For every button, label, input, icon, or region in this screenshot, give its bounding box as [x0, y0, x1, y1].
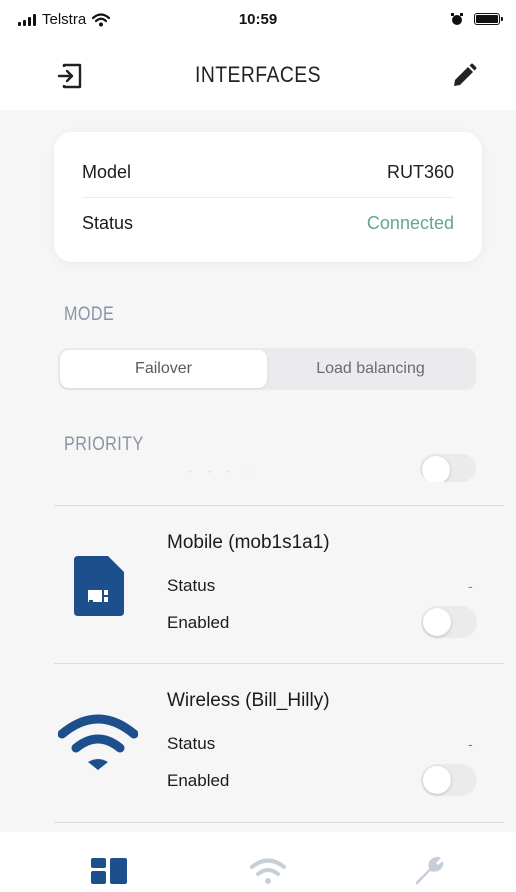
- mode-option-load-balancing[interactable]: Load balancing: [267, 350, 474, 388]
- dashboard-icon: [91, 858, 127, 884]
- divider: [54, 663, 504, 664]
- clock: 10:59: [238, 11, 278, 28]
- status-bar: Telstra 10:59: [0, 0, 516, 40]
- model-value: RUT360: [386, 162, 454, 182]
- mode-option-failover[interactable]: Failover: [60, 350, 267, 388]
- tab-tools[interactable]: [404, 854, 452, 888]
- battery-icon: [474, 13, 503, 25]
- status-bar-right: [450, 12, 503, 26]
- mobile-enabled-toggle[interactable]: [421, 606, 477, 638]
- wrench-icon: [416, 857, 444, 885]
- wireless-status-value: -: [468, 736, 473, 752]
- nav-header: INTERFACES: [0, 40, 516, 110]
- status-row: Status Connected: [82, 198, 454, 248]
- wifi-interface-icon: [57, 712, 139, 779]
- model-row: Model RUT360: [82, 148, 454, 198]
- wireless-enabled-toggle[interactable]: [421, 764, 477, 796]
- wireless-enabled-label: Enabled: [167, 771, 230, 790]
- edit-button[interactable]: [446, 58, 482, 94]
- mobile-status-label: Status: [167, 576, 216, 595]
- bottom-tab-bar: [0, 832, 516, 892]
- divider: [54, 822, 504, 823]
- wireless-status-label: Status: [167, 734, 216, 753]
- tab-wireless[interactable]: [244, 854, 292, 888]
- model-label: Model: [82, 162, 132, 182]
- edit-pencil-icon: [454, 63, 477, 86]
- mode-section-label: MODE: [64, 304, 115, 325]
- scrolled-item-toggle[interactable]: [420, 454, 476, 482]
- mode-segmented-control: Failover Load balancing: [58, 348, 476, 390]
- sim-card-icon: [74, 556, 124, 621]
- wireless-interface-name: Wireless (Bill_Hilly): [167, 690, 330, 711]
- page-title: INTERFACES: [195, 62, 321, 87]
- tab-dashboard[interactable]: [85, 854, 133, 888]
- alarm-icon: [451, 13, 463, 25]
- scrolled-item-remnant: · · · ·: [188, 464, 256, 478]
- mobile-status-value: -: [468, 578, 473, 594]
- status-label: Status: [82, 212, 134, 233]
- divider: [54, 505, 504, 506]
- priority-section-label: PRIORITY: [64, 434, 144, 455]
- device-info-card: Model RUT360 Status Connected: [54, 132, 482, 262]
- mobile-enabled-label: Enabled: [167, 613, 230, 632]
- status-value: Connected: [366, 212, 454, 233]
- mobile-interface-name: Mobile (mob1s1a1): [167, 532, 330, 553]
- wifi-icon: [250, 858, 286, 884]
